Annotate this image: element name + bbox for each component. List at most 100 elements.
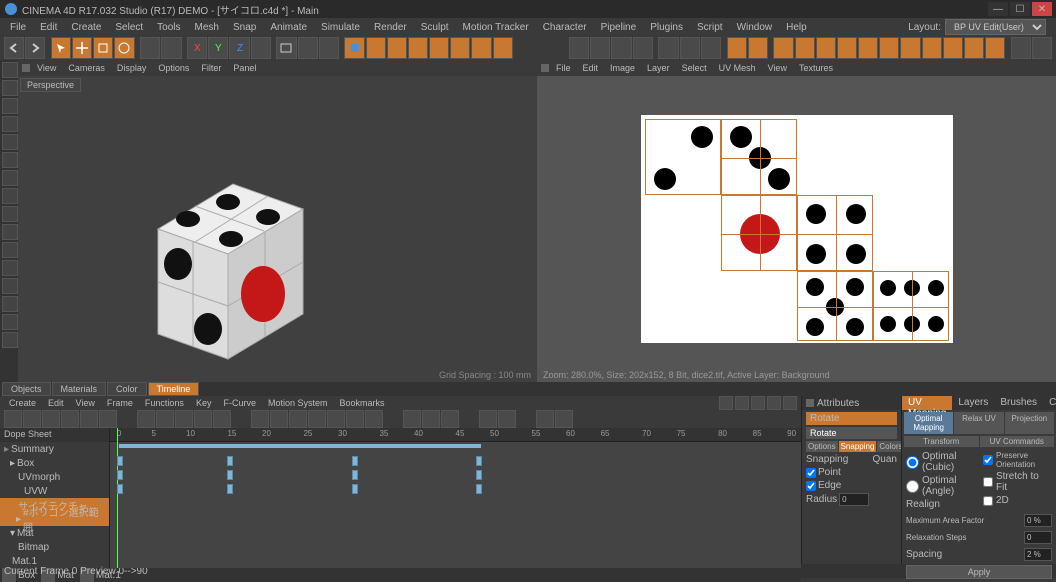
object-mode[interactable] (2, 80, 18, 96)
attr-grip-icon[interactable] (806, 399, 814, 407)
sub-relax[interactable]: Relax UV (954, 412, 1003, 434)
chk-preserve[interactable] (983, 455, 993, 465)
inp-radius[interactable] (839, 493, 869, 506)
vp-view[interactable]: View (32, 62, 61, 74)
model-mode[interactable] (2, 62, 18, 78)
texture-mode[interactable] (2, 170, 18, 186)
tl-tool-23[interactable] (498, 410, 516, 428)
btn-apply[interactable]: Apply (906, 565, 1052, 579)
tl-tool-1[interactable] (4, 410, 22, 428)
tl-bookmarks[interactable]: Bookmarks (335, 397, 390, 409)
menu-help[interactable]: Help (780, 20, 813, 35)
uv-view[interactable]: View (763, 62, 792, 74)
primitive-cube[interactable] (344, 37, 364, 59)
ds-uvmorph[interactable]: UVmorph (0, 470, 109, 484)
menu-sculpt[interactable]: Sculpt (415, 20, 455, 35)
tl-motion[interactable]: Motion System (263, 397, 333, 409)
uv-edit[interactable]: Edit (578, 62, 604, 74)
tl-tool-12[interactable] (251, 410, 269, 428)
select-tool[interactable] (51, 37, 71, 59)
tl-view[interactable]: View (71, 397, 100, 409)
primitive-light[interactable] (493, 37, 513, 59)
scale-tool[interactable] (93, 37, 113, 59)
tl-tool-17[interactable] (346, 410, 364, 428)
tl-tool-8[interactable] (156, 410, 174, 428)
uv-image[interactable]: Image (605, 62, 640, 74)
uv-brush-8[interactable] (922, 37, 942, 59)
uv-textures[interactable]: Textures (794, 62, 838, 74)
edge-mode[interactable] (2, 134, 18, 150)
menu-mesh[interactable]: Mesh (189, 20, 225, 35)
viewport-canvas[interactable]: Grid Spacing : 100 mm (18, 94, 537, 382)
tl-nav-4[interactable] (767, 396, 781, 410)
uv-brush-9[interactable] (943, 37, 963, 59)
rad-angle[interactable] (906, 480, 919, 493)
primitive-camera[interactable] (471, 37, 491, 59)
menu-plugins[interactable]: Plugins (644, 20, 689, 35)
maximize-button[interactable]: ☐ (1010, 2, 1030, 16)
vp-filter[interactable]: Filter (196, 62, 226, 74)
close-button[interactable]: ✕ (1032, 2, 1052, 16)
uv-canvas[interactable]: Zoom: 280.0%, Size: 202x152, 8 Bit, dice… (537, 76, 1056, 382)
knife-mode[interactable] (2, 260, 18, 276)
axis-w[interactable] (251, 37, 271, 59)
uv-brush-1[interactable] (773, 37, 793, 59)
sub-commands[interactable]: UV Commands (980, 436, 1055, 447)
uv-brush-7[interactable] (900, 37, 920, 59)
tl-nav-5[interactable] (783, 396, 797, 410)
ds-mat[interactable]: ▾Mat (0, 526, 109, 540)
uv-file[interactable]: File (551, 62, 576, 74)
tl-tool-3[interactable] (42, 410, 60, 428)
tl-key[interactable]: Key (191, 397, 217, 409)
tl-tool-20[interactable] (422, 410, 440, 428)
tl-nav-3[interactable] (751, 396, 765, 410)
tab-color[interactable]: Color (107, 382, 147, 396)
tl-tool-2[interactable] (23, 410, 41, 428)
tl-tool-25[interactable] (555, 410, 573, 428)
rad-cubic[interactable] (906, 456, 919, 469)
tl-tool-5[interactable] (80, 410, 98, 428)
tl-tool-13[interactable] (270, 410, 288, 428)
ds-bitmap[interactable]: Bitmap (0, 540, 109, 554)
ds-box[interactable]: ▸Box (0, 456, 109, 470)
inp-maxarea[interactable] (1024, 514, 1052, 527)
uv-brush-10[interactable] (964, 37, 984, 59)
tab-colors-uv[interactable]: Colors (1043, 396, 1056, 410)
render-button[interactable] (276, 37, 296, 59)
redo-button[interactable] (25, 37, 45, 59)
menu-pipeline[interactable]: Pipeline (595, 20, 643, 35)
tl-frame[interactable]: Frame (102, 397, 138, 409)
tab-objects[interactable]: Objects (2, 382, 51, 396)
tl-tool-11[interactable] (213, 410, 231, 428)
uv-brush-5[interactable] (858, 37, 878, 59)
attr-tab-options[interactable]: Options (806, 441, 838, 452)
render-region[interactable] (298, 37, 318, 59)
tl-nav-1[interactable] (719, 396, 733, 410)
uv-tool-7[interactable] (701, 37, 721, 59)
workplane-mode[interactable] (2, 188, 18, 204)
tl-nav-2[interactable] (735, 396, 749, 410)
vp-grip-icon[interactable] (22, 64, 30, 72)
tab-brushes[interactable]: Brushes (994, 396, 1043, 410)
undo-button[interactable] (4, 37, 24, 59)
ds-polygon-selection[interactable]: ▸#ポリゴン選択範囲 (0, 512, 109, 526)
vp-display[interactable]: Display (112, 62, 152, 74)
extra-mode-2[interactable] (2, 314, 18, 330)
primitive-generator[interactable] (408, 37, 428, 59)
chk-point[interactable] (806, 468, 816, 478)
poly-mode[interactable] (2, 152, 18, 168)
uv-tool-6[interactable] (680, 37, 700, 59)
chk-2d[interactable] (983, 496, 993, 506)
axis-y[interactable]: Y (208, 37, 228, 59)
menu-render[interactable]: Render (368, 20, 413, 35)
minimize-button[interactable]: — (988, 2, 1008, 16)
uv-select[interactable]: Select (677, 62, 712, 74)
layout-dropdown[interactable]: BP UV Edit(User) (945, 19, 1046, 35)
chk-stretch[interactable] (983, 477, 993, 487)
tl-tool-14[interactable] (289, 410, 307, 428)
move-tool[interactable] (72, 37, 92, 59)
uv-tool-2[interactable] (590, 37, 610, 59)
tl-tool-16[interactable] (327, 410, 345, 428)
tool-5[interactable] (140, 37, 160, 59)
render-settings[interactable] (319, 37, 339, 59)
